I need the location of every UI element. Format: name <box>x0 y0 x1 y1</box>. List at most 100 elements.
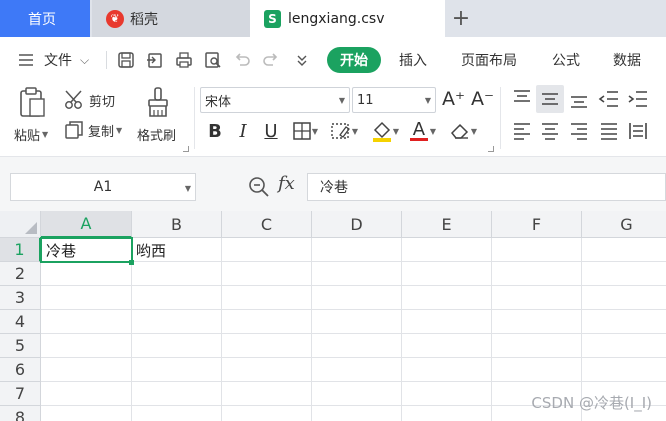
tab-home[interactable]: 首页 <box>0 0 90 37</box>
grid-cell[interactable] <box>582 286 666 310</box>
font-size-select[interactable]: 11 ▼ <box>352 87 436 113</box>
grid-cell[interactable] <box>402 382 492 406</box>
grid-cell[interactable] <box>312 358 402 382</box>
align-right-icon[interactable] <box>568 120 590 142</box>
grid-cell[interactable] <box>132 262 222 286</box>
row-header-2[interactable]: 2 <box>0 262 41 286</box>
export-pdf-icon[interactable] <box>145 50 165 70</box>
grid-cell[interactable] <box>222 406 312 421</box>
grid-cell[interactable] <box>492 334 582 358</box>
align-left-icon[interactable] <box>511 120 533 142</box>
decrease-indent-icon[interactable] <box>598 88 620 110</box>
column-header-e[interactable]: E <box>402 211 492 238</box>
increase-indent-icon[interactable] <box>627 88 649 110</box>
distributed-align-icon[interactable] <box>627 120 649 142</box>
underline-button[interactable]: U <box>260 119 282 143</box>
cell-b1[interactable]: 哟西 <box>132 238 222 262</box>
tab-daoke[interactable]: ❦ 稻壳 <box>92 0 250 37</box>
grid-cell[interactable] <box>402 358 492 382</box>
paste-label-button[interactable]: 粘贴 ▼ <box>14 123 48 145</box>
cell-style-button[interactable]: ▼ <box>328 119 360 143</box>
column-header-c[interactable]: C <box>222 211 312 238</box>
column-header-b[interactable]: B <box>132 211 222 238</box>
row-header-5[interactable]: 5 <box>0 334 41 358</box>
grid-cell[interactable] <box>132 286 222 310</box>
tab-page-layout[interactable]: 页面布局 <box>461 37 517 83</box>
clipboard-group-launcher[interactable] <box>183 146 189 152</box>
font-group-launcher[interactable] <box>488 146 494 152</box>
grid-cell[interactable] <box>312 262 402 286</box>
grid-cell[interactable] <box>582 334 666 358</box>
tab-start[interactable]: 开始 <box>327 47 381 73</box>
grid-cell[interactable] <box>492 286 582 310</box>
grid-cell[interactable] <box>222 262 312 286</box>
grid-cell[interactable] <box>582 310 666 334</box>
grid-cell[interactable] <box>402 334 492 358</box>
tab-data[interactable]: 数据 <box>613 37 641 83</box>
print-icon[interactable] <box>174 50 194 70</box>
column-header-g[interactable]: G <box>582 211 666 238</box>
row-header-8[interactable]: 8 <box>0 406 41 421</box>
grid-cell[interactable] <box>582 358 666 382</box>
grid-cell[interactable] <box>402 286 492 310</box>
row-header-3[interactable]: 3 <box>0 286 41 310</box>
fill-color-button[interactable]: ▼ <box>368 119 402 143</box>
shrink-font-button[interactable]: A⁻ <box>471 87 494 111</box>
grid-cell[interactable] <box>41 358 132 382</box>
tab-formula[interactable]: 公式 <box>552 37 580 83</box>
row-header-1[interactable]: 1 <box>0 238 41 262</box>
select-all-corner[interactable] <box>0 211 41 238</box>
redo-icon[interactable] <box>261 50 281 70</box>
grid-cell[interactable] <box>312 238 402 262</box>
grid-cell[interactable] <box>132 358 222 382</box>
grid-cell[interactable] <box>222 286 312 310</box>
format-painter-icon-button[interactable] <box>146 87 172 119</box>
grid-cell[interactable] <box>312 406 402 421</box>
grid-cell[interactable] <box>222 310 312 334</box>
save-icon[interactable] <box>116 50 136 70</box>
cell-a1[interactable]: 冷巷 <box>40 237 133 263</box>
grid-cell[interactable] <box>492 310 582 334</box>
font-name-select[interactable]: 宋体 ▼ <box>200 87 350 113</box>
bold-button[interactable]: B <box>204 119 226 143</box>
grid-cell[interactable] <box>492 262 582 286</box>
align-middle-icon[interactable] <box>539 88 561 110</box>
align-top-icon[interactable] <box>511 88 533 110</box>
tab-insert[interactable]: 插入 <box>399 37 427 83</box>
copy-button[interactable]: 复制 ▼ <box>64 119 122 141</box>
grow-font-button[interactable]: A⁺ <box>442 87 465 111</box>
zoom-search-icon[interactable] <box>248 176 270 198</box>
grid-cell[interactable] <box>312 286 402 310</box>
grid-cell[interactable] <box>41 262 132 286</box>
hamburger-menu-icon[interactable] <box>16 50 36 70</box>
cut-button[interactable]: 剪切 <box>64 89 115 111</box>
font-color-button[interactable]: A ▼ <box>408 119 438 143</box>
undo-icon[interactable] <box>232 50 252 70</box>
new-tab-button[interactable]: + <box>447 0 475 37</box>
grid-cell[interactable] <box>492 238 582 262</box>
grid-cell[interactable] <box>222 238 312 262</box>
column-header-a[interactable]: A <box>41 211 132 238</box>
paste-button[interactable] <box>18 87 48 119</box>
grid-cell[interactable] <box>312 334 402 358</box>
grid-cell[interactable] <box>41 382 132 406</box>
file-menu[interactable]: 文件 ⌵ <box>44 37 89 83</box>
grid-cell[interactable] <box>582 262 666 286</box>
grid-cell[interactable] <box>41 310 132 334</box>
justify-icon[interactable] <box>598 120 620 142</box>
row-header-4[interactable]: 4 <box>0 310 41 334</box>
grid-cell[interactable] <box>41 334 132 358</box>
grid-cell[interactable] <box>41 406 132 421</box>
insert-function-button[interactable]: fx <box>278 173 295 194</box>
grid-cell[interactable] <box>492 358 582 382</box>
grid-cell[interactable] <box>312 382 402 406</box>
name-box[interactable]: A1 ▼ <box>10 173 196 201</box>
borders-button[interactable]: ▼ <box>289 119 321 143</box>
grid-cell[interactable] <box>132 406 222 421</box>
row-header-7[interactable]: 7 <box>0 382 41 406</box>
align-center-icon[interactable] <box>539 120 561 142</box>
italic-button[interactable]: I <box>232 119 254 143</box>
grid-cell[interactable] <box>582 238 666 262</box>
grid-cell[interactable] <box>222 358 312 382</box>
grid-cell[interactable] <box>402 406 492 421</box>
